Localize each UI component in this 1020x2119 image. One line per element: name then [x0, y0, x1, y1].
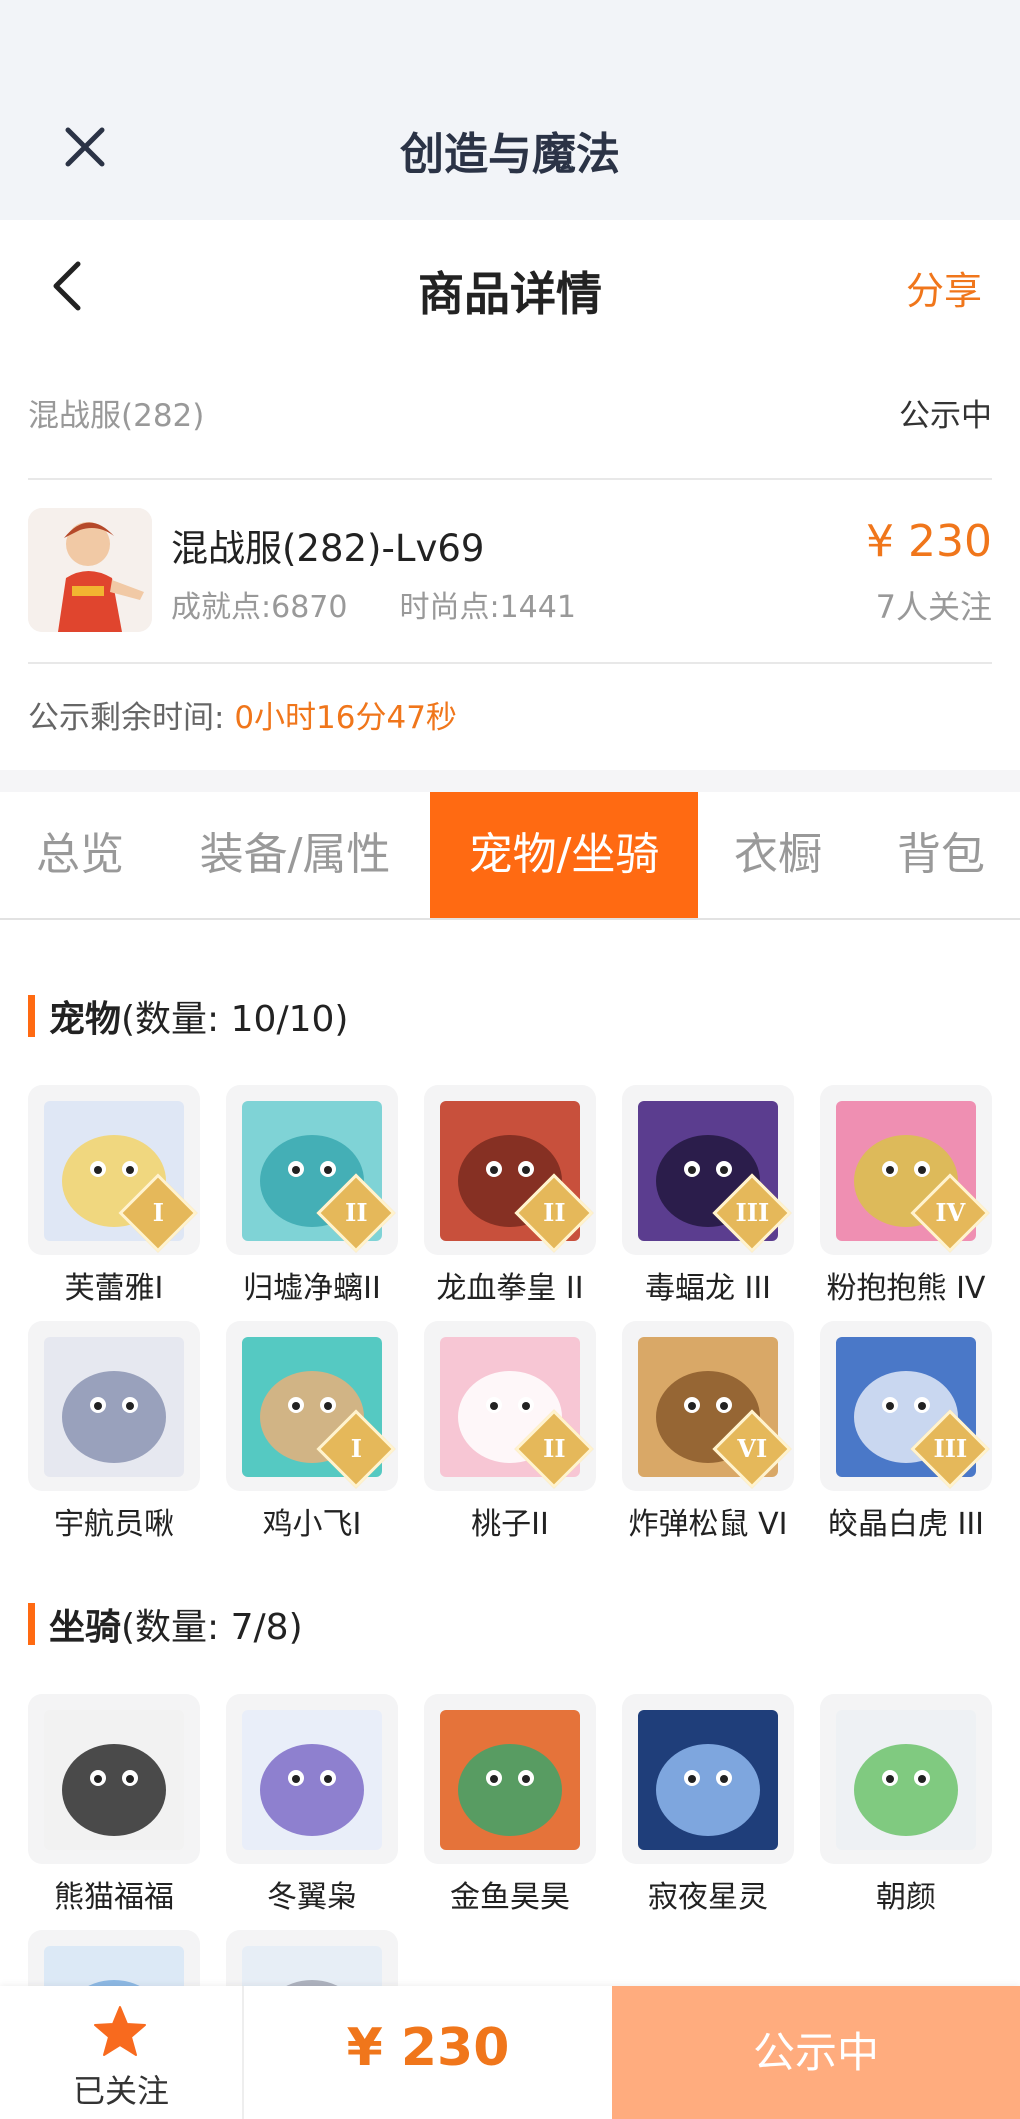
status-action-button[interactable]: 公示中 — [612, 1986, 1020, 2119]
tab-wardrobe[interactable]: 衣橱 — [708, 792, 848, 918]
rank-numeral: I — [350, 1434, 362, 1464]
item-name: 粉抱抱熊 IV — [826, 1271, 986, 1306]
follower-count: 7人关注 — [875, 588, 992, 626]
character-name: 混战服(282)-Lv69 — [171, 527, 485, 570]
countdown-value: 0小时16分47秒 — [234, 700, 457, 736]
app-header: 创造与魔法 — [0, 0, 1020, 220]
section-gap — [0, 770, 1020, 792]
item-thumbnail: I — [226, 1321, 398, 1491]
item-card[interactable]: 金鱼昊昊 — [424, 1694, 596, 1924]
item-card[interactable]: IV 粉抱抱熊 IV — [820, 1085, 992, 1315]
character-stats: 成就点:6870 时尚点:1441 — [171, 582, 628, 626]
star-icon — [94, 2006, 146, 2056]
detail-tabs: 总览 装备/属性 宠物/坐骑 衣橱 背包 — [0, 792, 1020, 920]
product-summary: 混战服(282)-Lv69 成就点:6870 时尚点:1441 ¥ 230 7人关… — [28, 490, 992, 640]
character-avatar — [28, 508, 152, 632]
pets-count: (数量: 10/10) — [121, 999, 349, 1040]
tab-bag[interactable]: 背包 — [866, 792, 1016, 918]
rank-numeral: III — [735, 1198, 770, 1228]
tab-equipment[interactable]: 装备/属性 — [170, 792, 420, 918]
item-name: 朝颜 — [876, 1880, 936, 1915]
item-thumbnail — [424, 1694, 596, 1864]
item-thumbnail: III — [622, 1085, 794, 1255]
page-navbar: 商品详情 分享 — [0, 220, 1020, 350]
item-name: 芙蕾雅I — [64, 1271, 164, 1306]
item-thumbnail: II — [424, 1321, 596, 1491]
item-name: 寂夜星灵 — [648, 1880, 768, 1915]
mounts-title: 坐骑 — [49, 1607, 122, 1648]
item-card[interactable]: III 皎晶白虎 III — [820, 1321, 992, 1551]
item-card[interactable]: VI 炸弹松鼠 VI — [622, 1321, 794, 1551]
item-card[interactable]: 熊猫福福 — [28, 1694, 200, 1924]
server-row: 混战服(282) 公示中 — [28, 372, 992, 452]
item-card[interactable]: 寂夜星灵 — [622, 1694, 794, 1924]
item-name: 皎晶白虎 III — [827, 1507, 985, 1542]
bottom-action-bar: 已关注 ¥ 230 公示中 — [0, 1986, 1020, 2119]
item-name: 熊猫福福 — [54, 1880, 174, 1915]
rank-numeral: III — [933, 1434, 968, 1464]
item-thumbnail: III — [820, 1321, 992, 1491]
item-name: 归墟净螭II — [243, 1271, 381, 1306]
item-name: 桃子II — [471, 1507, 549, 1542]
item-thumbnail — [28, 1694, 200, 1864]
share-button[interactable]: 分享 — [906, 260, 982, 315]
fashion-points: 时尚点:1441 — [399, 590, 576, 625]
item-thumbnail — [820, 1694, 992, 1864]
rank-numeral: II — [543, 1198, 566, 1228]
server-name: 混战服(282) — [28, 398, 205, 434]
section-marker — [28, 1603, 35, 1645]
follow-label: 已关注 — [72, 2072, 169, 2110]
item-card[interactable]: 冬翼枭 — [226, 1694, 398, 1924]
item-thumbnail — [226, 1694, 398, 1864]
mounts-count: (数量: 7/8) — [121, 1607, 303, 1648]
achievement-points: 成就点:6870 — [171, 590, 348, 625]
item-name: 炸弹松鼠 VI — [628, 1507, 788, 1542]
countdown-label: 公示剩余时间: — [28, 700, 225, 736]
item-thumbnail: II — [226, 1085, 398, 1255]
mounts-heading: 坐骑(数量: 7/8) — [28, 1598, 303, 1650]
item-card[interactable]: III 毒蝠龙 III — [622, 1085, 794, 1315]
item-name: 金鱼昊昊 — [450, 1880, 570, 1915]
divider — [28, 662, 992, 664]
follow-button[interactable]: 已关注 — [0, 1986, 244, 2119]
pets-heading: 宠物(数量: 10/10) — [28, 990, 348, 1042]
item-card[interactable]: II 归墟净螭II — [226, 1085, 398, 1315]
rank-numeral: II — [345, 1198, 368, 1228]
app-title: 创造与魔法 — [400, 129, 620, 180]
item-name: 冬翼枭 — [267, 1880, 357, 1915]
rank-numeral: VI — [737, 1434, 768, 1464]
item-thumbnail — [28, 1321, 200, 1491]
tab-pets-mounts[interactable]: 宠物/坐骑 — [430, 792, 698, 918]
item-card[interactable]: 朝颜 — [820, 1694, 992, 1924]
item-thumbnail: I — [28, 1085, 200, 1255]
countdown: 公示剩余时间: 0小时16分47秒 — [28, 692, 457, 737]
item-thumbnail: VI — [622, 1321, 794, 1491]
item-card[interactable]: I 鸡小飞I — [226, 1321, 398, 1551]
item-thumbnail — [622, 1694, 794, 1864]
rank-numeral: IV — [935, 1198, 966, 1228]
pets-title: 宠物 — [49, 999, 122, 1040]
listing-price: ¥ 230 — [866, 516, 992, 567]
tab-overview[interactable]: 总览 — [0, 792, 160, 918]
item-card[interactable]: I 芙蕾雅I — [28, 1085, 200, 1315]
item-card[interactable]: II 龙血拳皇 II — [424, 1085, 596, 1315]
section-marker — [28, 995, 35, 1037]
divider — [28, 478, 992, 480]
listing-status: 公示中 — [899, 398, 992, 434]
page-title: 商品详情 — [418, 267, 602, 321]
item-thumbnail: IV — [820, 1085, 992, 1255]
item-name: 宇航员啾 — [54, 1507, 174, 1542]
rank-numeral: II — [543, 1434, 566, 1464]
item-name: 毒蝠龙 III — [644, 1271, 772, 1306]
item-card[interactable]: 宇航员啾 — [28, 1321, 200, 1551]
rank-numeral: I — [152, 1198, 164, 1228]
item-name: 鸡小飞I — [262, 1507, 362, 1542]
item-thumbnail: II — [424, 1085, 596, 1255]
bottom-price: ¥ 230 — [346, 2018, 510, 2078]
item-name: 龙血拳皇 II — [436, 1271, 584, 1306]
item-card[interactable]: II 桃子II — [424, 1321, 596, 1551]
